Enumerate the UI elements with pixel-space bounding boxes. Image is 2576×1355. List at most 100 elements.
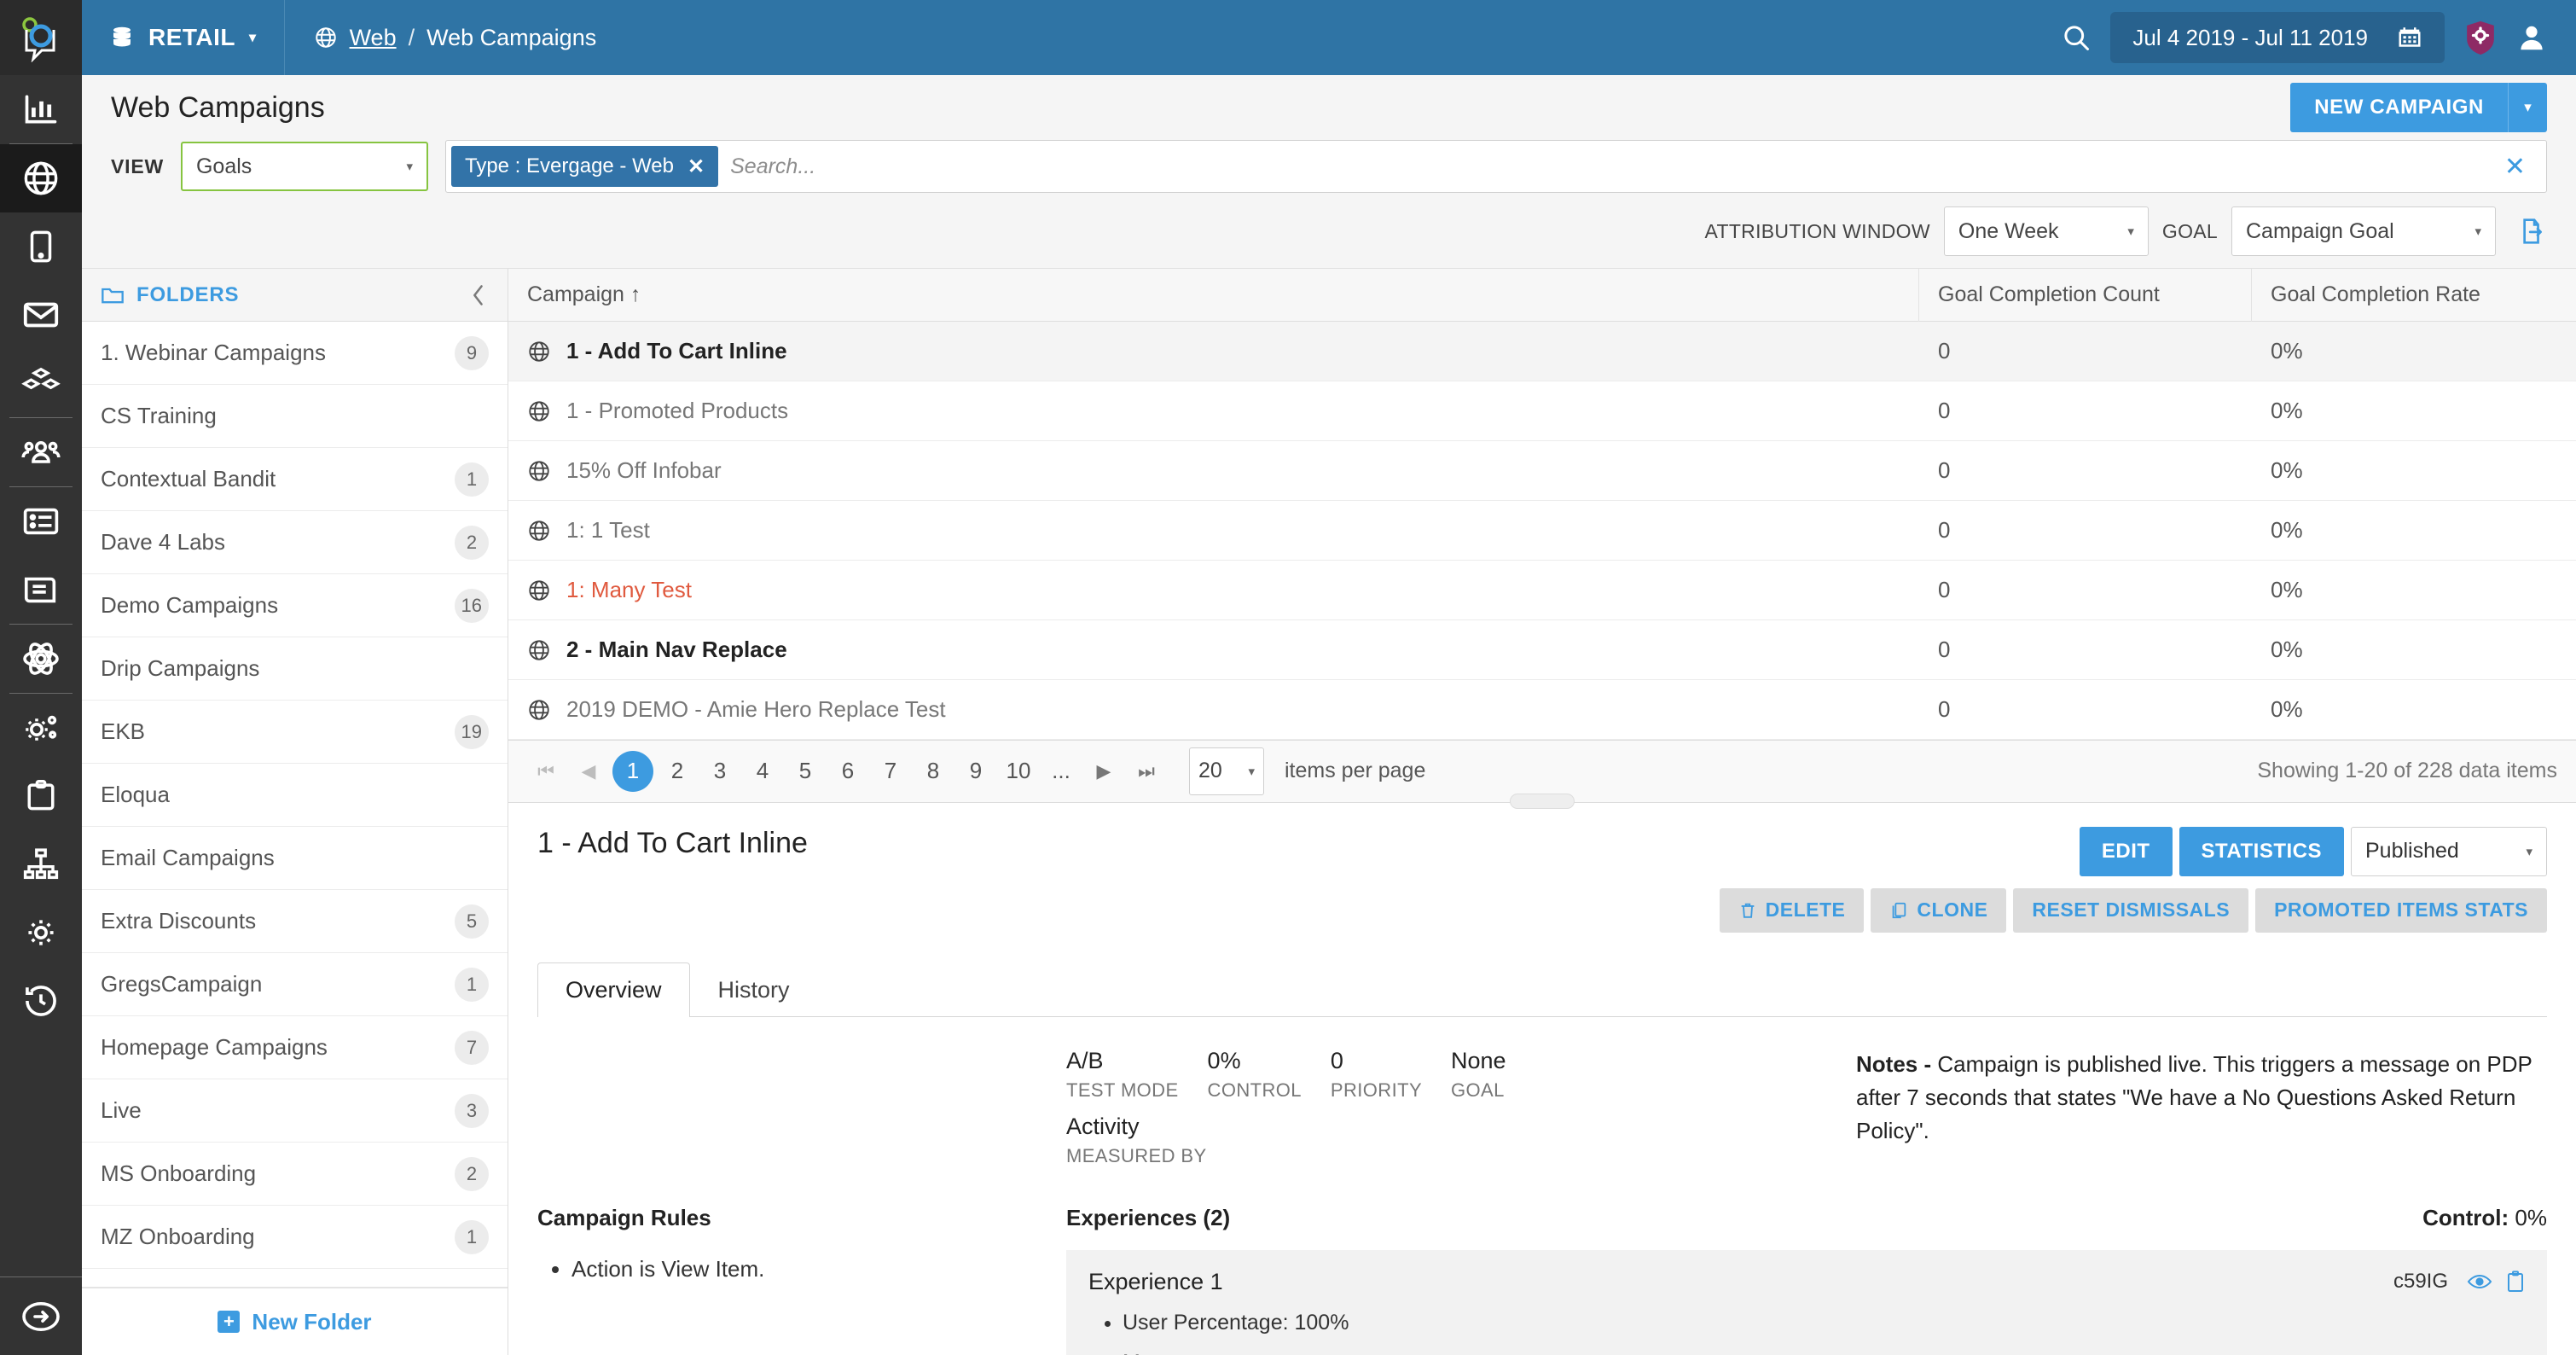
shield-icon[interactable] — [2463, 19, 2498, 56]
sidebar-item-analytics[interactable] — [0, 75, 82, 143]
tab-history[interactable]: History — [690, 962, 818, 1017]
pagination-prev[interactable]: ◀ — [570, 753, 607, 790]
folder-item[interactable]: Dave 4 Labs 2 — [82, 511, 508, 574]
search-input[interactable] — [730, 154, 2480, 179]
sidebar-item-segments[interactable] — [0, 418, 82, 486]
column-header-campaign[interactable]: Campaign ↑ — [508, 268, 1919, 322]
user-avatar-icon[interactable] — [2516, 22, 2547, 53]
date-range-picker[interactable]: Jul 4 2019 - Jul 11 2019 — [2110, 12, 2445, 63]
sidebar-item-web[interactable] — [0, 144, 82, 212]
pagination-first[interactable]: ⏮ — [527, 753, 565, 790]
eye-icon[interactable] — [2467, 1272, 2492, 1291]
folder-icon — [101, 285, 125, 305]
clipboard-icon[interactable] — [2506, 1271, 2525, 1293]
pagination-page-4[interactable]: 4 — [744, 753, 781, 790]
sidebar-item-history[interactable] — [0, 967, 82, 1035]
stat-measured-by: Activity MEASURED BY — [1066, 1114, 1839, 1167]
folder-item[interactable]: Eloqua — [82, 764, 508, 827]
tab-overview[interactable]: Overview — [537, 962, 690, 1017]
top-bar-actions: Jul 4 2019 - Jul 11 2019 — [2061, 12, 2576, 63]
chevron-left-icon[interactable] — [468, 283, 489, 307]
table-row[interactable]: 15% Off Infobar 0 0% — [508, 441, 2576, 501]
filter-chip-type[interactable]: Type : Evergage - Web ✕ — [450, 146, 719, 187]
folder-item[interactable]: Drip Campaigns — [82, 637, 508, 701]
panel-resize-handle[interactable] — [1510, 793, 1575, 809]
new-campaign-caret-button[interactable]: ▾ — [2508, 83, 2547, 132]
folder-item[interactable]: Live 3 — [82, 1079, 508, 1143]
folder-item[interactable]: Demo Campaigns 16 — [82, 574, 508, 637]
stat-goal: None GOAL — [1451, 1048, 1535, 1102]
column-header-goal-completion-rate[interactable]: Goal Completion Rate — [2252, 269, 2576, 322]
new-folder-button[interactable]: + New Folder — [82, 1287, 508, 1355]
folder-label: EKB — [101, 718, 146, 744]
folder-item[interactable]: EKB 19 — [82, 701, 508, 764]
clone-button[interactable]: CLONE — [1871, 887, 2007, 933]
app-logo[interactable] — [0, 0, 82, 75]
pagination-next[interactable]: ▶ — [1085, 753, 1123, 790]
close-icon[interactable]: ✕ — [688, 154, 705, 179]
export-file-icon[interactable] — [2518, 217, 2547, 246]
sidebar-item-catalog[interactable] — [0, 555, 82, 624]
attribution-window-select[interactable]: One Week ▾ — [1943, 206, 2149, 256]
sidebar-item-hierarchy[interactable] — [0, 830, 82, 898]
promoted-items-stats-button[interactable]: PROMOTED ITEMS STATS — [2255, 887, 2547, 933]
goal-select[interactable]: Campaign Goal ▾ — [2231, 206, 2496, 256]
folder-item[interactable]: Email Campaigns — [82, 827, 508, 890]
table-row[interactable]: 2019 DEMO - Amie Hero Replace Test 0 0% — [508, 680, 2576, 740]
clear-search-icon[interactable]: ✕ — [2492, 152, 2538, 182]
search-icon[interactable] — [2061, 22, 2092, 53]
folder-item[interactable]: CS Training — [82, 385, 508, 448]
sidebar-item-configuration[interactable] — [0, 694, 82, 762]
column-header-goal-completion-count[interactable]: Goal Completion Count — [1919, 268, 2252, 322]
folder-item[interactable]: GregsCampaign 1 — [82, 953, 508, 1016]
account-switcher[interactable]: RETAIL ▾ — [82, 0, 285, 75]
table-row[interactable]: 1 - Promoted Products 0 0% — [508, 381, 2576, 441]
pagination-last[interactable]: ⏭ — [1128, 753, 1165, 790]
breadcrumb: Web / Web Campaigns — [285, 24, 596, 51]
table-row[interactable]: 2 - Main Nav Replace 0 0% — [508, 620, 2576, 680]
pagination-page-6[interactable]: 6 — [829, 753, 867, 790]
delete-button[interactable]: DELETE — [1719, 887, 1865, 933]
breadcrumb-separator: / — [408, 24, 415, 50]
folder-item[interactable]: Extra Discounts 5 — [82, 890, 508, 953]
breadcrumb-link-web[interactable]: Web — [350, 25, 397, 51]
table-row[interactable]: 1 - Add To Cart Inline 0 0% — [508, 322, 2576, 381]
folder-item[interactable]: 1. Webinar Campaigns 9 — [82, 322, 508, 385]
delete-label: DELETE — [1765, 898, 1846, 922]
sidebar-item-datasets[interactable] — [0, 487, 82, 555]
sidebar-item-settings[interactable] — [0, 898, 82, 967]
sidebar-item-machine-learning[interactable] — [0, 625, 82, 693]
folder-item[interactable]: MS Onboarding 2 — [82, 1143, 508, 1206]
pagination-page-7[interactable]: 7 — [872, 753, 909, 790]
campaign-name: 2 - Main Nav Replace — [566, 637, 787, 662]
pagination-page-5[interactable]: 5 — [786, 753, 824, 790]
pagination-page-1[interactable]: 1 — [612, 750, 653, 792]
items-per-page-select[interactable]: 20 ▾ — [1189, 747, 1264, 795]
list-item: Messages — [1123, 1351, 2525, 1355]
pagination-page-9[interactable]: 9 — [957, 753, 995, 790]
pagination-page-2[interactable]: 2 — [659, 753, 696, 790]
folder-item[interactable]: Contextual Bandit 1 — [82, 448, 508, 511]
sidebar-item-products[interactable] — [0, 349, 82, 417]
table-row[interactable]: 1: Many Test 0 0% — [508, 561, 2576, 620]
edit-button[interactable]: EDIT — [2079, 826, 2173, 876]
pagination-page-8[interactable]: 8 — [914, 753, 952, 790]
pagination-page-10[interactable]: 10 — [1000, 753, 1037, 790]
folder-item[interactable]: MZ Onboarding 1 — [82, 1206, 508, 1269]
status-select[interactable]: Published ▾ — [2351, 826, 2547, 876]
statistics-button[interactable]: STATISTICS — [2179, 826, 2344, 876]
view-select[interactable]: Goals ▾ — [180, 142, 428, 191]
new-folder-label: New Folder — [252, 1308, 372, 1335]
sidebar-item-email[interactable] — [0, 281, 82, 349]
reset-dismissals-button[interactable]: RESET DISMISSALS — [2013, 887, 2249, 933]
folder-item[interactable]: Homepage Campaigns 7 — [82, 1016, 508, 1079]
overview-stats-col: A/B TEST MODE 0% CONTROL 0 PRIORITY None… — [1066, 1048, 1839, 1167]
sidebar-item-mobile[interactable] — [0, 212, 82, 281]
table-row[interactable]: 1: 1 Test 0 0% — [508, 501, 2576, 561]
folder-count-badge: 2 — [455, 1156, 489, 1191]
pagination-page-3[interactable]: 3 — [701, 753, 739, 790]
new-campaign-button[interactable]: NEW CAMPAIGN — [2290, 83, 2508, 132]
rail-expand-button[interactable] — [0, 1276, 82, 1355]
rail-group-channels — [0, 144, 82, 417]
sidebar-item-tasks[interactable] — [0, 762, 82, 830]
